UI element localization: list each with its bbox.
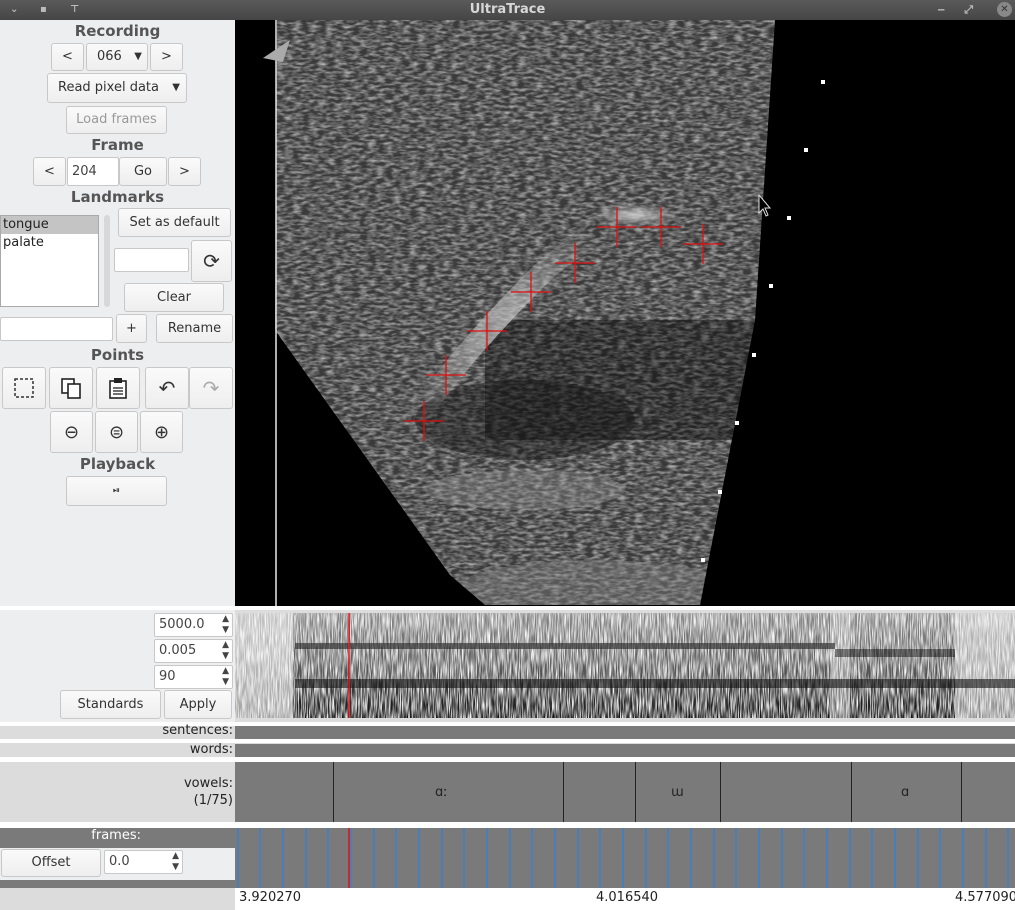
words-tier-label: words: — [189, 742, 233, 757]
add-landmark-button[interactable]: + — [116, 314, 147, 343]
standards-button[interactable]: Standards — [60, 690, 161, 719]
menu-icon[interactable]: ⌄ — [10, 0, 18, 20]
ultrasound-canvas[interactable] — [235, 20, 1015, 606]
boundary[interactable] — [961, 762, 962, 822]
landmark-item-tongue[interactable]: tongue — [1, 216, 98, 234]
spin-arrows-icon[interactable]: ▲ ▼ — [172, 851, 179, 873]
recording-select[interactable]: 066 ▼ — [86, 43, 148, 71]
landmark-list-scrollbar[interactable] — [104, 215, 110, 307]
offset-spinbox[interactable]: 0.0 ▲ ▼ — [104, 850, 183, 874]
maximize-icon[interactable]: ⤢ — [964, 0, 973, 20]
landmark-list[interactable]: tongue palate — [0, 215, 99, 307]
points-header: Points — [90, 346, 145, 364]
window-length-spinbox[interactable]: 0.005 ▲ ▼ — [154, 639, 233, 663]
boundary[interactable] — [720, 762, 721, 822]
spin-arrows-icon[interactable]: ▲ ▼ — [222, 614, 229, 636]
sentences-tier-label: sentences: — [162, 723, 233, 738]
frames-tier[interactable] — [235, 828, 1015, 888]
select-box-icon[interactable] — [2, 367, 46, 409]
timeline-start: 3.920270 — [239, 890, 302, 905]
landmark-color-input[interactable] — [114, 248, 189, 272]
vowels-tier[interactable]: ɑː ɯ ɑ — [235, 762, 1015, 822]
vowel-label[interactable]: ɑː — [435, 785, 448, 800]
frames-tier-controls: frames: Offset 0.0 ▲ ▼ — [0, 828, 235, 888]
minimize-icon[interactable]: ‒ — [937, 0, 945, 20]
refresh-icon[interactable]: ⟳ — [191, 240, 232, 282]
load-frames-button[interactable]: Load frames — [66, 106, 167, 134]
control-panel: Recording < 066 ▼ > Read pixel data ▼ Load… — [0, 20, 235, 610]
spectrogram[interactable] — [235, 613, 1015, 718]
spectrogram-controls: 5000.0 ▲ ▼ 0.005 ▲ ▼ 90 ▲ ▼ Standards Apply — [0, 610, 235, 722]
close-icon[interactable]: ✕ — [997, 2, 1012, 17]
frame-header: Frame — [91, 136, 144, 154]
boundary[interactable] — [851, 762, 852, 822]
recording-header: Recording — [74, 22, 161, 40]
spin-arrows-icon[interactable]: ▲ ▼ — [222, 666, 229, 688]
max-frequency-spinbox[interactable]: 5000.0 ▲ ▼ — [154, 613, 233, 637]
zoom-out-icon[interactable]: ⊖ — [50, 411, 93, 453]
window-titlebar: ⌄ ▪ ⊤ UltraTrace ‒ ⤢ ✕ — [0, 0, 1015, 20]
ultrasound-image — [275, 20, 775, 605]
vowel-label[interactable]: ɯ — [671, 785, 684, 800]
copy-icon[interactable] — [49, 367, 93, 409]
next-recording-button[interactable]: > — [150, 43, 183, 71]
prev-recording-button[interactable]: < — [51, 43, 84, 71]
frames-tier-label: frames: — [91, 828, 141, 843]
timeline-end: 4.577090 — [955, 890, 1015, 905]
read-mode-select[interactable]: Read pixel data ▼ — [47, 73, 187, 103]
new-landmark-input[interactable] — [0, 317, 113, 341]
landmark-item-palate[interactable]: palate — [1, 234, 98, 252]
pin-icon[interactable]: ▪ — [40, 0, 47, 20]
words-tier[interactable] — [235, 744, 1015, 757]
clear-button[interactable]: Clear — [124, 283, 224, 312]
go-button[interactable]: Go — [119, 157, 167, 186]
redo-icon[interactable]: ↷ — [189, 367, 233, 409]
chevron-down-icon: ▼ — [134, 51, 142, 62]
window-title: UltraTrace — [469, 2, 546, 17]
zoom-in-icon[interactable]: ⊕ — [140, 411, 183, 453]
undo-icon[interactable]: ↶ — [145, 367, 189, 409]
set-as-default-button[interactable]: Set as default — [118, 208, 231, 237]
dynamic-range-spinbox[interactable]: 90 ▲ ▼ — [154, 665, 233, 689]
vowels-tier-label: vowels: — [183, 776, 233, 791]
offset-button[interactable]: Offset — [1, 849, 101, 877]
boundary[interactable] — [635, 762, 636, 822]
boundary[interactable] — [563, 762, 564, 822]
spin-arrows-icon[interactable]: ▲ ▼ — [222, 640, 229, 662]
play-pause-icon[interactable]: ⏯ — [66, 476, 167, 506]
apply-button[interactable]: Apply — [164, 690, 232, 719]
next-frame-button[interactable]: > — [168, 157, 201, 186]
prev-frame-button[interactable]: < — [33, 157, 66, 186]
frame-input[interactable]: 204 — [67, 157, 119, 186]
zoom-reset-icon[interactable]: ⊜ — [95, 411, 138, 453]
landmarks-header: Landmarks — [70, 188, 165, 206]
sentences-tier[interactable] — [235, 726, 1015, 739]
rename-button[interactable]: Rename — [156, 314, 233, 343]
playback-header: Playback — [79, 455, 156, 473]
boundary[interactable] — [333, 762, 334, 822]
chevron-down-icon: ▼ — [172, 82, 180, 93]
keep-above-icon[interactable]: ⊤ — [70, 0, 79, 20]
paste-icon[interactable] — [96, 367, 140, 409]
timeline-mid: 4.016540 — [596, 890, 659, 905]
vowel-label[interactable]: ɑ — [901, 785, 909, 800]
vowels-count: (1/75) — [193, 793, 233, 808]
